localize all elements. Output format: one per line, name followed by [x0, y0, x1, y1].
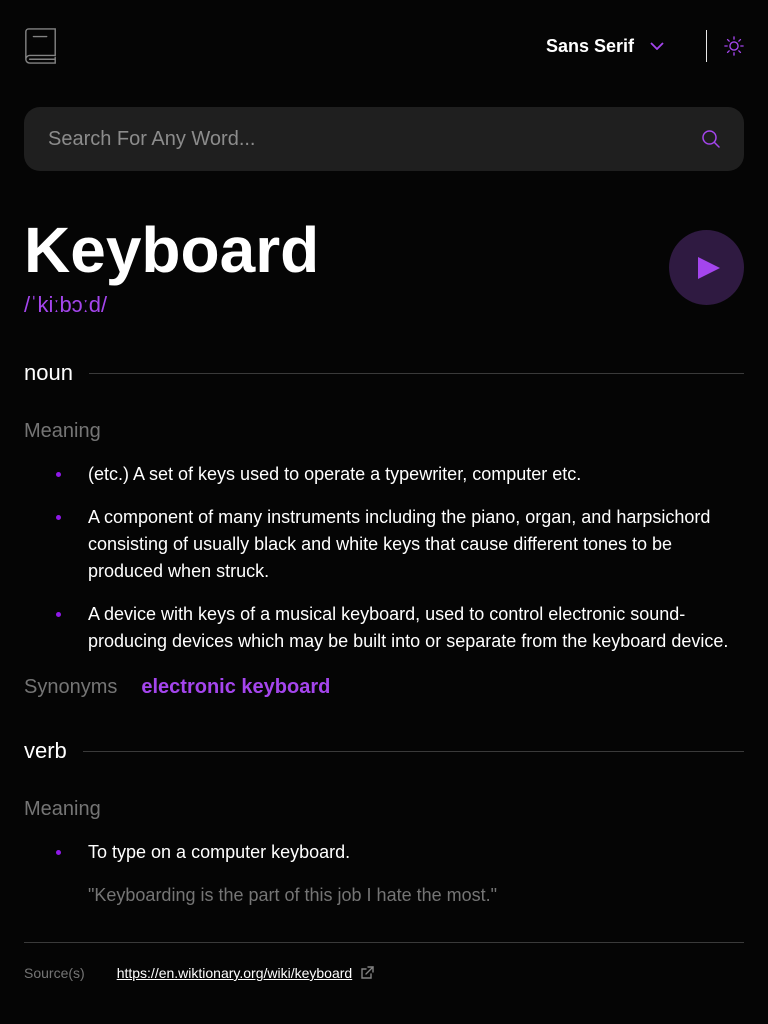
header-controls: Sans Serif: [546, 30, 744, 62]
search-icon[interactable]: [702, 130, 720, 148]
divider: [88, 372, 744, 374]
meaning-heading: Meaning: [24, 798, 101, 820]
header-divider: [706, 30, 707, 62]
definition-item: (etc.) A set of keys used to operate a t…: [56, 461, 746, 488]
book-icon[interactable]: [24, 28, 58, 64]
app-header: Sans Serif: [24, 28, 744, 64]
synonyms-label: Synonyms: [24, 676, 118, 698]
definition-item: To type on a computer keyboard. "Keyboar…: [56, 839, 746, 909]
source-label: Source(s): [24, 965, 85, 981]
play-icon: [697, 256, 720, 279]
phonetic: /ˈkiːbɔːd/: [24, 292, 108, 317]
synonyms-row: Synonyms electronic keyboard: [24, 676, 330, 699]
word-title: Keyboard: [24, 214, 320, 286]
meaning-heading: Meaning: [24, 420, 101, 442]
example-text: "Keyboarding is the part of this job I h…: [88, 885, 498, 905]
definition-text: A component of many instruments includin…: [88, 507, 711, 581]
external-link-icon[interactable]: [360, 966, 374, 980]
part-of-speech: noun: [24, 360, 73, 385]
definition-list-verb: To type on a computer keyboard. "Keyboar…: [56, 839, 746, 925]
definition-text: A device with keys of a musical keyboard…: [88, 604, 729, 651]
definition-item: A device with keys of a musical keyboard…: [56, 601, 746, 655]
footer-divider: [24, 942, 744, 943]
play-audio-button[interactable]: [669, 230, 744, 305]
definition-list-noun: (etc.) A set of keys used to operate a t…: [56, 461, 746, 671]
bullet: [56, 612, 61, 617]
font-selector-label: Sans Serif: [545, 35, 634, 56]
bullet: [56, 472, 61, 477]
definition-text: To type on a computer keyboard.: [88, 842, 351, 862]
synonym-link[interactable]: electronic keyboard: [141, 676, 330, 699]
part-of-speech-row-verb: verb: [24, 738, 744, 764]
definition-text: (etc.) A set of keys used to operate a t…: [88, 464, 582, 484]
part-of-speech: verb: [24, 738, 67, 763]
sun-icon[interactable]: [724, 36, 744, 56]
part-of-speech-row-noun: noun: [24, 360, 744, 386]
source-link[interactable]: https://en.wiktionary.org/wiki/keyboard: [117, 965, 353, 981]
search-input[interactable]: [48, 127, 692, 151]
bullet: [56, 515, 61, 520]
source-row: Source(s) https://en.wiktionary.org/wiki…: [24, 965, 374, 981]
bullet: [56, 850, 61, 855]
divider: [82, 750, 744, 752]
definition-item: A component of many instruments includin…: [56, 504, 746, 585]
search-bar: [24, 107, 744, 171]
chevron-down-icon: [650, 42, 664, 50]
font-selector[interactable]: Sans Serif: [546, 36, 664, 57]
